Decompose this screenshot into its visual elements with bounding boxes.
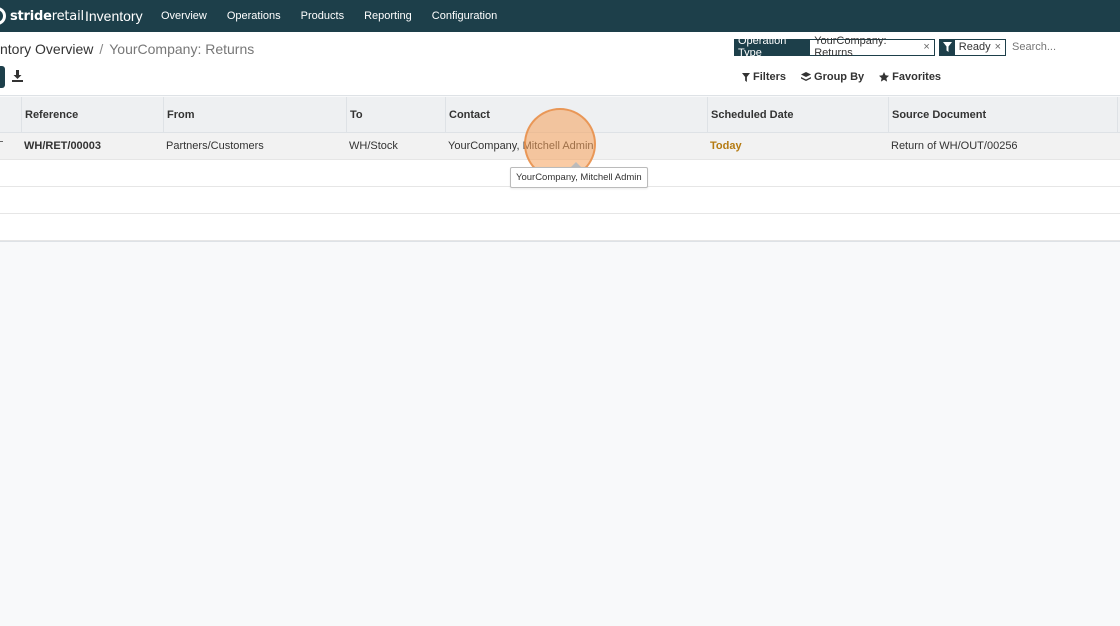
cell-source-document: Return of WH/OUT/00256 <box>891 140 1018 152</box>
menu-reporting[interactable]: Reporting <box>364 10 412 22</box>
empty-row <box>0 187 1120 214</box>
filters-button[interactable]: Filters <box>742 71 786 83</box>
main-menu: Overview Operations Products Reporting C… <box>161 10 517 22</box>
favorites-button[interactable]: Favorites <box>879 71 941 83</box>
brand-mark-icon <box>0 7 6 25</box>
layers-icon <box>801 72 812 81</box>
column-from[interactable]: From <box>163 97 195 133</box>
facet-remove-icon[interactable]: × <box>994 39 1005 55</box>
filter-icon <box>939 39 955 55</box>
cell-reference: WH/RET/00003 <box>24 140 102 152</box>
column-contact[interactable]: Contact <box>445 97 490 133</box>
favorites-label: Favorites <box>892 71 942 83</box>
brand-logo[interactable]: strideretail <box>0 7 84 25</box>
breadcrumb-current: YourCompany: Returns <box>109 41 255 57</box>
menu-configuration[interactable]: Configuration <box>432 10 497 22</box>
top-navbar: strideretail Inventory Overview Operatio… <box>0 0 1120 32</box>
facet-value: YourCompany: Returns <box>810 35 924 59</box>
filters-label: Filters <box>753 71 787 83</box>
search-actions: Filters Group By Favorites <box>742 71 956 83</box>
download-icon[interactable] <box>12 70 24 84</box>
group-by-label: Group By <box>814 71 865 83</box>
facet-value: Ready <box>954 39 995 55</box>
menu-overview[interactable]: Overview <box>161 10 207 22</box>
column-to[interactable]: To <box>346 97 363 133</box>
breadcrumb: ntory Overview / YourCompany: Returns <box>0 41 254 57</box>
control-panel: ntory Overview / YourCompany: Returns Oper… <box>0 32 1120 96</box>
group-by-button[interactable]: Group By <box>801 71 864 83</box>
menu-operations[interactable]: Operations <box>227 10 281 22</box>
column-source-document[interactable]: Source Document <box>888 97 1118 133</box>
row-checkbox[interactable] <box>0 141 3 145</box>
star-icon <box>879 72 890 82</box>
facet-filter-ready: Ready × <box>938 38 1006 56</box>
column-reference[interactable]: Reference <box>21 97 78 133</box>
menu-products[interactable]: Products <box>301 10 344 22</box>
brand-name: strideretail <box>10 8 84 24</box>
facet-label: Operation Type <box>735 35 811 59</box>
cell-scheduled-date: Today <box>710 140 742 152</box>
cell-to: WH/Stock <box>349 140 398 152</box>
facet-remove-icon[interactable]: × <box>923 39 934 55</box>
search-bar: Operation Type YourCompany: Returns × Re… <box>734 35 1120 59</box>
column-scheduled-date[interactable]: Scheduled Date <box>707 97 794 133</box>
facet-operation-type: Operation Type YourCompany: Returns × <box>734 35 935 59</box>
empty-row <box>0 214 1120 241</box>
app-name[interactable]: Inventory <box>85 8 143 24</box>
breadcrumb-parent[interactable]: ntory Overview <box>0 41 93 57</box>
cell-from: Partners/Customers <box>166 140 264 152</box>
breadcrumb-separator: / <box>99 41 104 57</box>
filter-icon <box>742 72 750 82</box>
empty-content-area <box>0 241 1120 626</box>
contact-tooltip: YourCompany, Mitchell Admin <box>510 167 648 188</box>
new-button[interactable] <box>0 66 5 88</box>
search-input[interactable] <box>1010 41 1120 53</box>
